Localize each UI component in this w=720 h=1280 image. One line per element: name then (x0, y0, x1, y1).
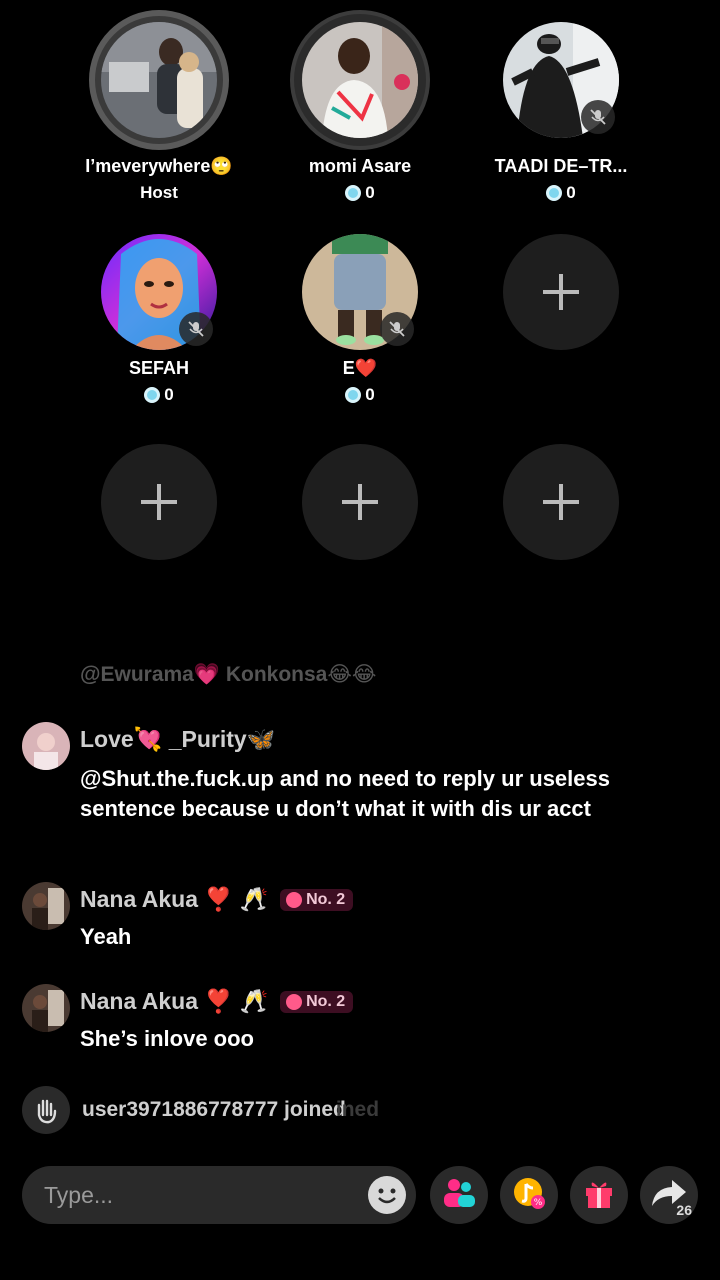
rank-badge: No. 2 (280, 990, 354, 1013)
mic-muted-icon (179, 312, 213, 346)
promote-button[interactable]: % (500, 1166, 558, 1224)
gift-button[interactable] (570, 1166, 628, 1224)
coin-value: 0 (566, 183, 576, 202)
seat-name: TAADI DE–TR... (494, 156, 628, 176)
emoji-icon[interactable] (368, 1176, 406, 1214)
share-count: 26 (676, 1202, 692, 1218)
coin-icon (144, 387, 161, 403)
join-text: user3971886778777 joined (82, 1098, 346, 1121)
seat-name: E❤️ (342, 358, 378, 378)
seat-name: momi Asare (308, 156, 412, 176)
plus-icon[interactable] (503, 444, 619, 560)
multi-guest-grid: I’meverywhere🙄 Host momi Asare 0 TAADI D… (0, 0, 720, 600)
seat-name: SEFAH (128, 358, 189, 378)
chat-message[interactable]: Nana Akua ❣️ 🥂 No. 2 Yeah (22, 882, 702, 962)
wave-hand-icon (22, 1086, 70, 1134)
chat-username[interactable]: Love💘 _Purity🦋 (80, 726, 275, 753)
plus-icon[interactable] (101, 444, 217, 560)
bottom-bar: % 26 (22, 1166, 702, 1226)
guest-avatar[interactable] (302, 22, 418, 138)
avatar[interactable] (22, 722, 70, 770)
plus-icon[interactable] (503, 234, 619, 350)
coin-value: 0 (365, 183, 375, 202)
chat-message[interactable]: Nana Akua ❣️ 🥂 No. 2 She’s inlove ooo (22, 984, 702, 1064)
share-button[interactable]: 26 (640, 1166, 698, 1224)
chat-text: She’s inlove ooo (80, 1026, 254, 1051)
rank-label: No. 2 (306, 992, 346, 1010)
join-text-ghost: ined (335, 1098, 380, 1121)
coin-count: 0 (461, 183, 661, 203)
comment-input[interactable] (44, 1181, 364, 1209)
empty-seat[interactable] (59, 444, 259, 560)
chat-username[interactable]: Nana Akua ❣️ 🥂 (80, 886, 268, 913)
avatar[interactable] (22, 882, 70, 930)
svg-text:%: % (534, 1198, 543, 1208)
chat-text: @Shut.the.fuck.up and no need to reply u… (80, 766, 610, 821)
coin-icon (345, 387, 362, 403)
empty-seat[interactable] (461, 234, 661, 350)
host-avatar[interactable] (101, 22, 217, 138)
coin-value: 0 (365, 385, 375, 404)
people-icon (440, 1174, 478, 1217)
gift-icon (580, 1174, 618, 1217)
coin-count: 0 (260, 183, 460, 203)
coin-icon (546, 185, 563, 201)
guest-avatar-ring (290, 10, 430, 150)
seat-name: I’meverywhere🙄 (85, 156, 233, 176)
seat-guest-4[interactable]: E❤️ 0 (260, 222, 460, 405)
seat-guest-1[interactable]: momi Asare 0 (260, 10, 460, 203)
chat-username-row: Nana Akua ❣️ 🥂 No. 2 (80, 988, 354, 1015)
chat-faded-message: @Ewurama💗 Konkonsa😂😂 (80, 663, 377, 686)
chat-message[interactable]: Love💘 _Purity🦋 @Shut.the.fuck.up and no … (22, 722, 702, 852)
empty-seat[interactable] (260, 444, 460, 560)
host-label: Host (140, 183, 178, 202)
join-notification: user3971886778777 joined ined (22, 1086, 379, 1134)
coin-value: 0 (164, 385, 174, 404)
chat-username-row: Nana Akua ❣️ 🥂 No. 2 (80, 886, 354, 913)
empty-seat[interactable] (461, 444, 661, 560)
tiktok-coin-icon: % (510, 1174, 548, 1217)
chat-username[interactable]: Nana Akua ❣️ 🥂 (80, 988, 268, 1015)
host-avatar-ring (89, 10, 229, 150)
avatar[interactable] (22, 984, 70, 1032)
mic-muted-icon (380, 312, 414, 346)
rank-label: No. 2 (306, 890, 346, 908)
coin-count: 0 (260, 385, 460, 405)
guests-button[interactable] (430, 1166, 488, 1224)
coin-icon (345, 185, 362, 201)
coin-count: 0 (59, 385, 259, 405)
clock-icon (286, 993, 303, 1010)
mic-muted-icon (581, 100, 615, 134)
chat-text: Yeah (80, 924, 132, 949)
seat-host[interactable]: I’meverywhere🙄 Host (59, 10, 259, 203)
comment-box[interactable] (22, 1166, 416, 1224)
clock-icon (286, 891, 303, 908)
rank-badge: No. 2 (280, 888, 354, 911)
plus-icon[interactable] (302, 444, 418, 560)
seat-guest-2[interactable]: TAADI DE–TR... 0 (461, 10, 661, 203)
seat-guest-3[interactable]: SEFAH 0 (59, 222, 259, 405)
